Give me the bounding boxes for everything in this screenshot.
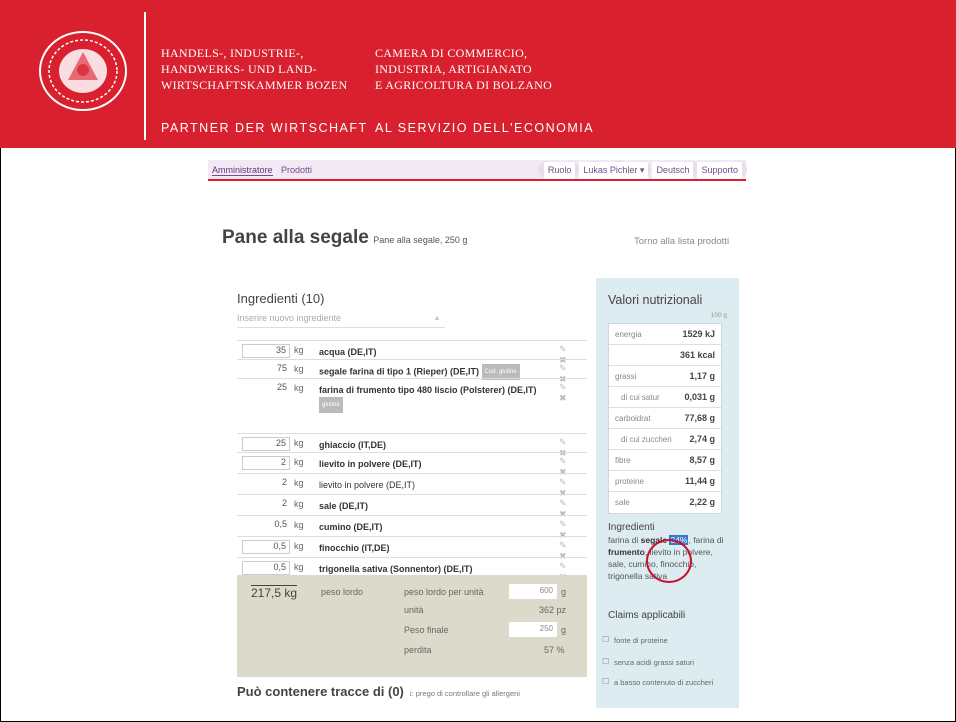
- new-ingredient-input[interactable]: Inserire nuovo ingrediente ▴: [237, 310, 445, 328]
- edit-delete-icons[interactable]: ✎ ✖: [559, 382, 587, 404]
- nav-language[interactable]: Deutsch: [652, 162, 694, 179]
- nav-user-menu[interactable]: Lukas Pichler ▾: [579, 162, 649, 179]
- claim-checkbox[interactable]: fonte di proteine: [602, 635, 668, 645]
- qty-input[interactable]: 25: [242, 382, 290, 396]
- ingredients-list: 35 kg acqua (DE,IT) ✎ ✖ 75 kg segale farina d…: [237, 340, 587, 582]
- ingredients-heading: Ingredienti (10): [237, 291, 325, 306]
- tagline-de: PARTNER DER WIRTSCHAFT: [161, 121, 368, 135]
- weight-summary: 217,5 kg peso lordo peso lordo per unità…: [237, 575, 587, 677]
- org-name-de: HANDELS-, INDUSTRIE-, HANDWERKS- UND LAND…: [161, 46, 348, 92]
- page-title: Pane alla segale Pane alla segale, 250 g: [222, 227, 468, 248]
- ingredient-name[interactable]: farina di frumento tipo 480 liscio (Pols…: [319, 383, 549, 413]
- annotation-circle: [646, 539, 692, 583]
- ingredient-name[interactable]: sale (DE,IT): [319, 499, 549, 513]
- org-name-it: CAMERA DI COMMERCIO, INDUSTRIA, ARTIGIANA…: [375, 46, 553, 92]
- qty-input[interactable]: 0,5: [242, 519, 290, 533]
- qty-input[interactable]: 0,5: [242, 561, 290, 575]
- claim-checkbox[interactable]: a basso contenuto di zuccheri: [602, 677, 724, 687]
- header-divider: [144, 12, 146, 140]
- ingredient-name[interactable]: ghiaccio (IT,DE): [319, 438, 549, 452]
- claim-checkbox[interactable]: senza acidi grassi saturi: [602, 657, 694, 667]
- ingredient-name[interactable]: lievito in polvere (DE,IT): [319, 457, 549, 471]
- nav-admin[interactable]: Amministratore: [212, 165, 273, 176]
- nav-role[interactable]: Ruolo: [543, 162, 576, 179]
- units-value: 362 pz: [539, 605, 567, 615]
- nutrition-panel: Valori nutrizionali 100 g energia 1529 kJ…: [596, 278, 739, 708]
- caret-icon: ▴: [434, 313, 439, 322]
- qty-input[interactable]: 25: [242, 437, 290, 451]
- chamber-header: HANDELS-, INDUSTRIE-, HANDWERKS- UND LAND…: [0, 0, 956, 148]
- qty-input[interactable]: 2: [242, 498, 290, 512]
- ingredient-name[interactable]: finocchio (IT,DE): [319, 541, 549, 555]
- nav-products[interactable]: Prodotti: [281, 165, 312, 175]
- claims-heading: Claims applicabili: [608, 610, 686, 621]
- allergen-badge: glutine: [319, 397, 343, 413]
- chamber-seal-logo: [39, 31, 127, 111]
- back-to-list-link[interactable]: Torno alla lista prodotti: [634, 236, 729, 247]
- ingredient-name[interactable]: cumino (DE,IT): [319, 520, 549, 534]
- nav-support[interactable]: Supporto: [697, 162, 742, 179]
- qty-input[interactable]: 75: [242, 363, 290, 377]
- qty-input[interactable]: 2: [242, 477, 290, 491]
- traces-section: Può contenere tracce di (0) i: prego di c…: [237, 684, 520, 699]
- per-unit-weight-input[interactable]: 600: [509, 584, 557, 599]
- ingredient-name[interactable]: acqua (DE,IT): [319, 345, 549, 359]
- nutrition-heading: Valori nutrizionali: [608, 293, 703, 307]
- ingredient-name[interactable]: lievito in polvere (DE,IT): [319, 478, 549, 492]
- qty-input[interactable]: 35: [242, 344, 290, 358]
- ingredient-name[interactable]: trigonella sativa (Sonnentor) (DE,IT): [319, 562, 549, 576]
- total-weight: 217,5 kg: [251, 585, 298, 600]
- nutrition-table: energia 1529 kJ 361 kcal grassi 1,17 g di …: [608, 323, 722, 514]
- app-navbar: Amministratore Prodotti Ruolo Lukas Pich…: [208, 160, 747, 181]
- qty-input[interactable]: 2: [242, 456, 290, 470]
- qty-input[interactable]: 0,5: [242, 540, 290, 554]
- final-weight-input[interactable]: 250: [509, 622, 557, 637]
- loss-value: 57 %: [544, 645, 565, 655]
- tagline-it: AL SERVIZIO DELL'ECONOMIA: [375, 121, 595, 135]
